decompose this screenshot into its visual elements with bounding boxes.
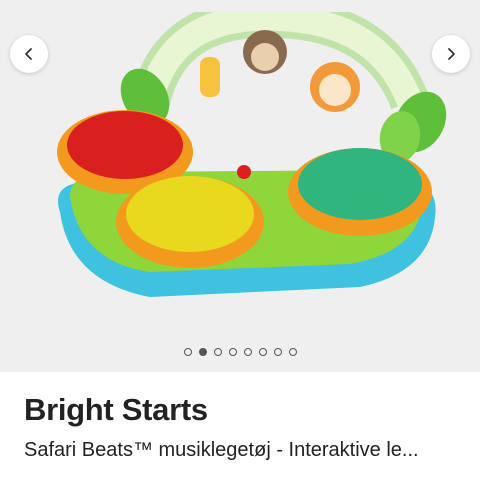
product-image (57, 12, 447, 297)
carousel-dot[interactable] (243, 348, 252, 356)
carousel-dot[interactable] (213, 348, 222, 356)
product-image-gallery[interactable] (0, 0, 480, 372)
carousel-dot[interactable] (273, 348, 282, 356)
chevron-left-icon (25, 48, 32, 60)
product-title: Safari Beats™ musiklegetøj - Interaktive… (24, 439, 419, 461)
carousel-dot[interactable] (183, 348, 192, 356)
carousel-dot[interactable] (258, 348, 267, 356)
carousel-dots (0, 348, 480, 356)
previous-image-button[interactable] (10, 35, 48, 73)
carousel-dot[interactable] (198, 348, 207, 356)
product-info: Bright Starts Safari Beats™ musiklegetøj… (24, 392, 464, 463)
brand-name: Bright Starts (24, 392, 208, 427)
chevron-right-icon (448, 48, 455, 60)
next-image-button[interactable] (432, 35, 470, 73)
carousel-dot[interactable] (228, 348, 237, 356)
carousel-dot[interactable] (288, 348, 297, 356)
